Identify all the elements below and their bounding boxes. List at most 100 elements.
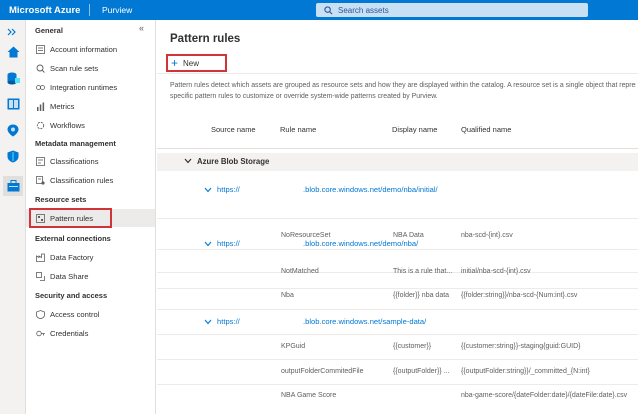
row-divider: [157, 288, 638, 289]
sidebar: « General Account information Scan rule …: [26, 20, 156, 414]
row-divider: [157, 359, 638, 360]
sidebar-item-account-information[interactable]: Account information: [26, 40, 155, 58]
classification-icon: [35, 156, 45, 166]
section-metadata-management: Metadata management: [35, 139, 116, 148]
source-link[interactable]: https://: [217, 239, 240, 248]
rule-name-cell[interactable]: KPGuid: [281, 343, 305, 350]
description-line: specific pattern rules to customize or o…: [170, 93, 438, 100]
sidebar-item-workflows[interactable]: Workflows: [26, 116, 155, 134]
sidebar-item-label: Classifications: [50, 156, 99, 166]
group-label-azure-blob-storage: Azure Blob Storage: [197, 157, 270, 166]
rule-name-cell[interactable]: Nba: [281, 292, 294, 299]
runtime-icon: [35, 82, 45, 92]
display-name-cell: {{outputFolder}} ...: [393, 368, 450, 375]
management-icon[interactable]: [3, 176, 23, 196]
highlight-pattern-rules: [29, 208, 112, 228]
display-name-cell: {{customer}}: [393, 343, 432, 350]
sidebar-item-data-share[interactable]: Data Share: [26, 267, 155, 285]
command-bar: [157, 52, 638, 74]
display-name-cell: {{folder}} nba data: [393, 292, 450, 299]
header-divider: [157, 148, 638, 149]
top-bar: Microsoft Azure Purview Search assets: [0, 0, 638, 20]
sidebar-item-classification-rules[interactable]: Classification rules: [26, 171, 155, 189]
qualified-name-cell: {{outputFolder:string}}/_committed_{N:in…: [461, 368, 590, 375]
sidebar-item-label: Integration runtimes: [50, 82, 118, 92]
sidebar-item-label: Credentials: [50, 328, 89, 338]
page-title: Pattern rules: [170, 33, 241, 45]
data-share-icon: [35, 271, 45, 281]
source-link-path[interactable]: .blob.core.windows.net/sample-data/: [303, 317, 426, 326]
rule-name-cell[interactable]: outputFolderCommitedFile: [281, 368, 363, 375]
highlight-new-button: [166, 54, 227, 72]
sidebar-item-label: Account information: [50, 44, 118, 54]
glossary-icon[interactable]: [3, 94, 23, 114]
display-name-cell: This is a rule that...: [393, 268, 453, 275]
shield-icon[interactable]: [3, 146, 23, 166]
column-header-display-name[interactable]: Display name: [392, 125, 437, 134]
sidebar-item-label: Metrics: [50, 101, 75, 111]
description-line: Pattern rules detect which assets are gr…: [170, 82, 636, 89]
section-general: General: [35, 26, 63, 35]
sidebar-item-metrics[interactable]: Metrics: [26, 97, 155, 115]
chevron-down-icon[interactable]: [184, 158, 192, 164]
source-link-path[interactable]: .blob.core.windows.net/demo/nba/initial/: [303, 185, 438, 194]
access-control-icon: [35, 309, 45, 319]
scan-icon: [35, 63, 45, 73]
sidebar-item-data-factory[interactable]: Data Factory: [26, 248, 155, 266]
icon-rail: [0, 20, 26, 414]
row-divider: [157, 334, 638, 335]
qualified-name-cell: nba-scd-{int}.csv: [461, 232, 513, 239]
metrics-icon: [35, 101, 45, 111]
section-security-and-access: Security and access: [35, 291, 108, 300]
source-link[interactable]: https://: [217, 317, 240, 326]
search-icon: [324, 5, 333, 14]
sidebar-item-access-control[interactable]: Access control: [26, 305, 155, 323]
rule-name-cell[interactable]: NoResourceSet: [281, 232, 330, 239]
sidebar-item-classifications[interactable]: Classifications: [26, 152, 155, 170]
classification-rule-icon: [35, 175, 45, 185]
search-placeholder: Search assets: [338, 5, 389, 15]
row-divider: [157, 218, 638, 219]
sidebar-item-label: Workflows: [50, 120, 85, 130]
rule-name-cell[interactable]: NBA Game Score: [281, 392, 336, 399]
product-title[interactable]: Purview: [90, 5, 316, 15]
credentials-icon: [35, 328, 45, 338]
chevron-down-icon[interactable]: [204, 319, 212, 325]
row-divider: [157, 309, 638, 310]
info-icon: [35, 44, 45, 54]
sidebar-item-label: Scan rule sets: [50, 63, 99, 73]
qualified-name-cell: {{folder:string}}/nba-scd-{Num:int}.csv: [461, 292, 578, 299]
sidebar-item-integration-runtimes[interactable]: Integration runtimes: [26, 78, 155, 96]
row-divider: [157, 249, 638, 250]
collapse-sidebar-button[interactable]: «: [139, 23, 144, 33]
column-header-qualified-name[interactable]: Qualified name: [461, 125, 511, 134]
data-source-icon[interactable]: [3, 68, 23, 88]
qualified-name-cell: nba-game-score/{dateFolder:date}/{dateFi…: [461, 392, 628, 399]
qualified-name-cell: initial/nba-scd-{int}.csv: [461, 268, 531, 275]
chevron-down-icon[interactable]: [204, 241, 212, 247]
display-name-cell: NBA Data: [393, 232, 424, 239]
section-external-connections: External connections: [35, 234, 111, 243]
search-input[interactable]: Search assets: [316, 3, 588, 17]
source-link[interactable]: https://: [217, 185, 240, 194]
workflow-icon: [35, 120, 45, 130]
insights-icon[interactable]: [3, 120, 23, 140]
sidebar-item-scan-rule-sets[interactable]: Scan rule sets: [26, 59, 155, 77]
brand-title[interactable]: Microsoft Azure: [0, 5, 89, 16]
chevron-down-icon[interactable]: [204, 187, 212, 193]
home-icon[interactable]: [3, 42, 23, 62]
expand-icon[interactable]: [7, 23, 17, 41]
column-header-source-name[interactable]: Source name: [211, 125, 256, 134]
section-resource-sets: Resource sets: [35, 195, 87, 204]
column-header-rule-name[interactable]: Rule name: [280, 125, 316, 134]
row-divider: [157, 384, 638, 385]
sidebar-item-label: Data Factory: [50, 252, 94, 262]
rule-name-cell[interactable]: NotMatched: [281, 268, 319, 275]
qualified-name-cell: {{customer:string}}-staging{guid:GUID}: [461, 343, 581, 350]
sidebar-item-label: Data Share: [50, 271, 89, 281]
main-content: Pattern rules + New Pattern rules detect…: [157, 20, 638, 414]
source-link-path[interactable]: .blob.core.windows.net/demo/nba/: [303, 239, 418, 248]
sidebar-item-label: Classification rules: [50, 175, 114, 185]
data-factory-icon: [35, 252, 45, 262]
sidebar-item-credentials[interactable]: Credentials: [26, 324, 155, 342]
